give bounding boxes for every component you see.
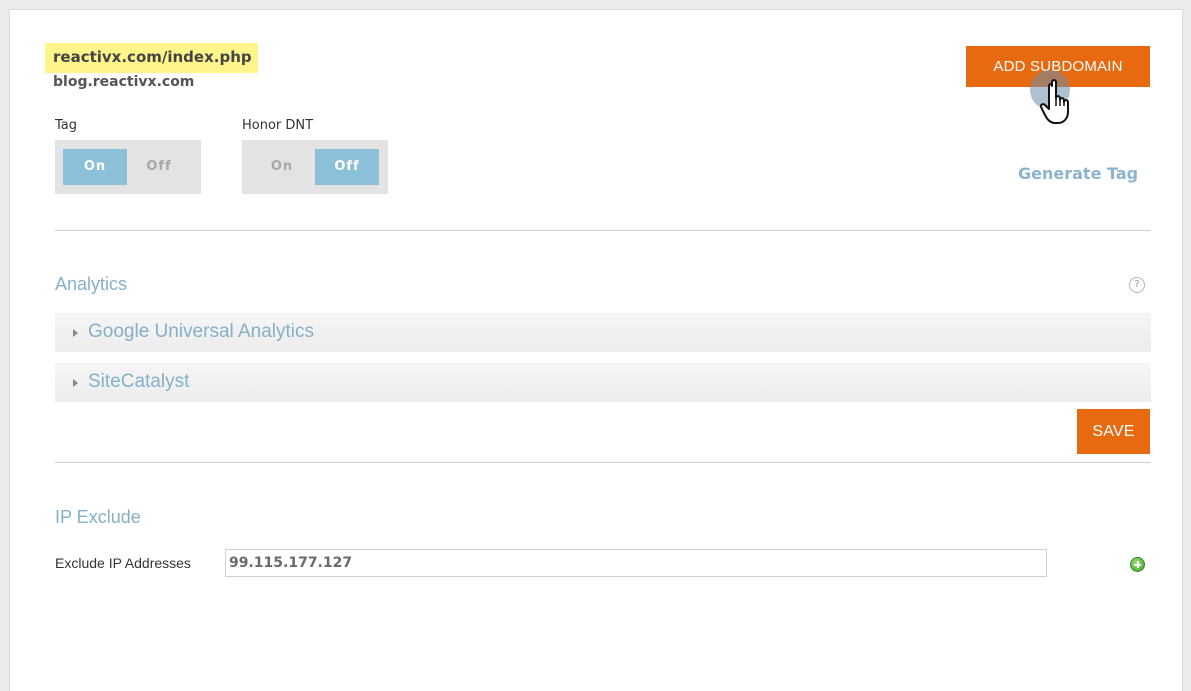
analytics-title: Analytics — [55, 274, 128, 294]
accordion-google-universal-analytics[interactable]: Google Universal Analytics — [55, 313, 1151, 352]
tag-off-option[interactable]: Off — [127, 149, 191, 185]
exclude-ip-input[interactable] — [225, 549, 1047, 577]
divider — [55, 230, 1151, 231]
accordion-sitecatalyst[interactable]: SiteCatalyst — [55, 363, 1151, 402]
honor-dnt-toggle: On Off — [242, 140, 388, 194]
tag-toggle: On Off — [55, 140, 201, 194]
question-circle-icon[interactable]: ? — [1129, 277, 1145, 293]
primary-domain: reactivx.com/index.php — [45, 43, 258, 73]
secondary-domain: blog.reactivx.com — [53, 74, 195, 90]
plus-circle-icon[interactable] — [1130, 557, 1145, 572]
hand-pointer-icon — [1040, 79, 1069, 124]
tag-label: Tag — [55, 118, 78, 133]
honor-dnt-label: Honor DNT — [242, 118, 314, 133]
honor-dnt-off-option[interactable]: Off — [315, 149, 379, 185]
accordion-label: Google Universal Analytics — [88, 321, 314, 342]
generate-tag-link[interactable]: Generate Tag — [1018, 164, 1138, 183]
triangle-right-icon — [73, 329, 78, 337]
triangle-right-icon — [73, 379, 78, 387]
ip-exclude-title: IP Exclude — [55, 507, 141, 527]
exclude-ip-label: Exclude IP Addresses — [55, 555, 191, 571]
divider — [55, 462, 1151, 463]
tag-on-option[interactable]: On — [63, 149, 127, 185]
accordion-label: SiteCatalyst — [88, 371, 190, 392]
honor-dnt-on-option[interactable]: On — [250, 149, 314, 185]
save-button[interactable]: SAVE — [1077, 409, 1150, 454]
